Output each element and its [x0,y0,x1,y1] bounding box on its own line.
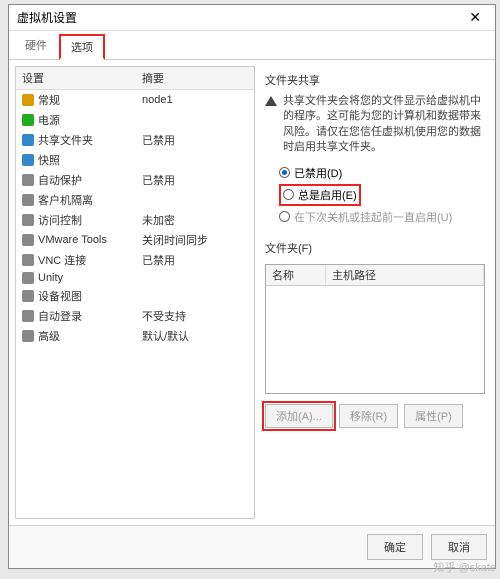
vnc-icon [22,254,34,266]
item-name: 自动登录 [38,308,82,324]
item-value: 已禁用 [136,130,254,150]
settings-list: 设置 摘要 常规node1电源共享文件夹已禁用快照自动保护已禁用客户机隔离访问控… [15,66,255,519]
item-name: 常规 [38,92,60,108]
list-item[interactable]: 自动登录 不受支持 [16,306,254,326]
item-name: 设备视图 [38,288,82,304]
list-item[interactable]: 自动保护 已禁用 [16,170,254,190]
radio-icon [279,211,290,222]
list-item[interactable]: 电源 [16,110,254,130]
tabs: 硬件 选项 [9,31,495,60]
radio-icon [283,189,294,200]
list-item[interactable]: 访问控制 未加密 [16,210,254,230]
item-name: 共享文件夹 [38,132,93,148]
adv-icon [22,330,34,342]
item-value: 未加密 [136,210,254,230]
item-name: 自动保护 [38,172,82,188]
add-button[interactable]: 添加(A)... [265,404,333,428]
list-item[interactable]: 共享文件夹 已禁用 [16,130,254,150]
item-name: VMware Tools [38,234,107,246]
folder-header: 名称 主机路径 [266,265,484,286]
item-value: node1 [136,90,254,110]
item-value: 不受支持 [136,306,254,326]
share-section-title: 文件夹共享 [265,72,485,88]
body: 设置 摘要 常规node1电源共享文件夹已禁用快照自动保护已禁用客户机隔离访问控… [9,60,495,525]
warning-icon [265,96,277,106]
folder-list[interactable]: 名称 主机路径 [265,264,485,394]
list-item[interactable]: 客户机隔离 [16,190,254,210]
item-name: 访问控制 [38,212,82,228]
list-item[interactable]: VNC 连接 已禁用 [16,250,254,270]
radio-always-label: 总是启用(E) [298,187,357,203]
cancel-button[interactable]: 取消 [431,534,487,560]
col-summary: 摘要 [136,67,254,89]
tools-icon [22,234,34,246]
footer: 确定 取消 [9,525,495,568]
remove-button[interactable]: 移除(R) [339,404,398,428]
auto-icon [22,310,34,322]
item-name: VNC 连接 [38,252,86,268]
monitor-icon [22,194,34,206]
vm-settings-window: 虚拟机设置 ✕ 硬件 选项 设置 摘要 常规node1电源共享文件夹已禁用快照自… [8,4,496,569]
item-value [136,286,254,306]
close-icon[interactable]: ✕ [463,9,487,26]
radio-icon [279,167,290,178]
folder-section-title: 文件夹(F) [265,240,485,256]
list-item[interactable]: 常规 node1 [16,90,254,110]
list-item[interactable]: Unity [16,270,254,286]
radio-disabled-label: 已禁用(D) [294,165,342,181]
item-value [136,110,254,130]
list-header: 设置 摘要 [16,67,254,90]
flag-icon [22,94,34,106]
properties-button[interactable]: 属性(P) [404,404,463,428]
item-name: Unity [38,272,63,284]
unity-icon [22,272,34,284]
tab-hardware[interactable]: 硬件 [15,34,57,59]
share-mode-group: 已禁用(D) 总是启用(E) 在下次关机或挂起前一直启用(U) [279,162,485,228]
item-name: 电源 [38,112,60,128]
hint: 共享文件夹会将您的文件显示给虚拟机中的程序。这可能为您的计算机和数据带来风险。请… [265,94,485,156]
col-path: 主机路径 [326,265,484,285]
tab-options[interactable]: 选项 [59,34,105,60]
radio-until-label: 在下次关机或挂起前一直启用(U) [294,209,452,225]
hint-text: 共享文件夹会将您的文件显示给虚拟机中的程序。这可能为您的计算机和数据带来风险。请… [283,94,485,156]
list-item[interactable]: 高级 默认/默认 [16,326,254,346]
item-value [136,270,254,286]
col-name: 名称 [266,265,326,285]
list-item[interactable]: VMware Tools 关闭时间同步 [16,230,254,250]
list-item[interactable]: 快照 [16,150,254,170]
item-value: 已禁用 [136,250,254,270]
device-icon [22,290,34,302]
item-value: 默认/默认 [136,326,254,346]
ok-button[interactable]: 确定 [367,534,423,560]
col-setting: 设置 [16,67,136,89]
item-name: 高级 [38,328,60,344]
right-panel: 文件夹共享 共享文件夹会将您的文件显示给虚拟机中的程序。这可能为您的计算机和数据… [261,66,489,519]
folder-buttons: 添加(A)... 移除(R) 属性(P) [265,404,485,428]
item-value: 关闭时间同步 [136,230,254,250]
item-name: 客户机隔离 [38,192,93,208]
play-icon [22,114,34,126]
camera-icon [22,154,34,166]
item-value: 已禁用 [136,170,254,190]
radio-disabled[interactable]: 已禁用(D) [279,165,485,181]
radio-always-enabled[interactable]: 总是启用(E) [279,184,361,206]
item-value [136,150,254,170]
shield-icon [22,174,34,186]
lock-icon [22,214,34,226]
folder-icon [22,134,34,146]
item-name: 快照 [38,152,60,168]
window-title: 虚拟机设置 [17,9,77,26]
list-item[interactable]: 设备视图 [16,286,254,306]
radio-until-poweroff[interactable]: 在下次关机或挂起前一直启用(U) [279,209,485,225]
item-value [136,190,254,210]
titlebar: 虚拟机设置 ✕ [9,5,495,31]
